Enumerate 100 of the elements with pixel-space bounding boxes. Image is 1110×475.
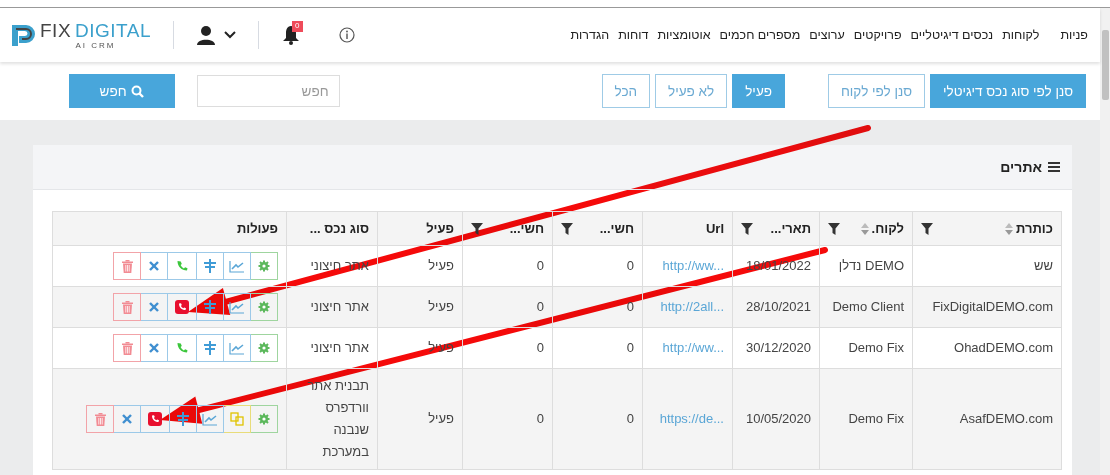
table-cell: פעיל: [377, 245, 463, 287]
nav-item[interactable]: אוטומציות: [657, 28, 711, 42]
table-cell: 0: [552, 327, 643, 369]
phone-icon: [148, 412, 162, 426]
table-cell: תבנית אתר וורדפרס שנבנה במערכת: [286, 368, 378, 470]
delete-button[interactable]: [113, 252, 141, 280]
search-field[interactable]: חפש: [196, 75, 340, 107]
trash-icon: [121, 341, 133, 355]
chart-button[interactable]: [223, 334, 251, 362]
list-icon: [1048, 162, 1060, 172]
nav-item[interactable]: הגדרות: [570, 28, 610, 42]
column-title: חשי...: [509, 221, 544, 236]
table-cell: 0: [552, 245, 643, 287]
table-cell: Demo Fix: [819, 327, 913, 369]
delete-button[interactable]: [113, 334, 141, 362]
table-cell: Demo Fix: [819, 368, 913, 470]
settings-button[interactable]: [250, 293, 278, 321]
filter-icon[interactable]: [828, 222, 840, 235]
phone-button[interactable]: [167, 252, 197, 280]
signpost-icon: [203, 341, 217, 355]
table-cell: אתר חיצוני: [286, 286, 378, 328]
chart-button[interactable]: [223, 252, 251, 280]
table-cell: 30/12/2020: [732, 327, 820, 369]
logo-text: DIGITAL: [75, 20, 152, 40]
table-cell: 0: [462, 286, 553, 328]
logo-text: FIX: [40, 20, 72, 40]
phone-button[interactable]: [167, 293, 197, 321]
table-cell: 28/10/2021: [732, 286, 820, 328]
settings-button[interactable]: [250, 405, 278, 433]
phone-icon: [176, 260, 188, 272]
columns-button[interactable]: [196, 334, 224, 362]
phone-button[interactable]: [167, 334, 197, 362]
close-icon: [149, 343, 159, 353]
nav-item[interactable]: דוחות: [618, 28, 649, 42]
nav-item[interactable]: לקוחות: [1002, 28, 1040, 42]
notification-badge: 0: [292, 21, 303, 32]
gear-icon: [258, 260, 270, 272]
gear-icon: [258, 413, 270, 425]
close-button[interactable]: [140, 293, 168, 321]
card-title: אתרים: [1000, 159, 1042, 175]
column-title: תארי...: [770, 221, 811, 236]
gear-icon: [258, 342, 270, 354]
signpost-icon: [203, 300, 217, 314]
nav-item[interactable]: פניות: [1060, 28, 1088, 42]
table-cell: 0: [462, 245, 553, 287]
table-cell: 0: [462, 368, 553, 470]
table-cell: OhadDEMO.com: [912, 327, 1062, 369]
column-title: Url: [705, 221, 724, 236]
sort-icon[interactable]: [860, 222, 869, 235]
chart-icon: [202, 412, 218, 426]
settings-button[interactable]: [250, 252, 278, 280]
table-cell: שש: [912, 245, 1062, 287]
nav-item[interactable]: פרויקטים: [853, 28, 902, 42]
close-icon: [149, 302, 159, 312]
nav-item[interactable]: נכסים דיגיטליים: [910, 28, 994, 42]
nav-item[interactable]: מספרים חכמים: [719, 28, 801, 42]
filter-icon[interactable]: [921, 222, 933, 235]
logo-icon: [10, 22, 36, 48]
url-link[interactable]: https://de...: [659, 408, 724, 430]
signpost-icon: [203, 259, 217, 273]
table-cell: 0: [552, 286, 643, 328]
table-cell: AsafDEMO.com: [912, 368, 1062, 470]
search-button[interactable]: חפש: [68, 74, 175, 108]
table-cell: 0: [462, 327, 553, 369]
sort-icon[interactable]: [1005, 222, 1014, 235]
close-icon: [122, 414, 132, 424]
user-icon: [196, 25, 217, 45]
column-title: חשי...: [599, 221, 634, 236]
settings-button[interactable]: [250, 334, 278, 362]
columns-button[interactable]: [196, 252, 224, 280]
status-tab[interactable]: הכל: [601, 74, 651, 108]
copy-icon: [230, 412, 244, 426]
column-title: סוג נכס ...: [309, 221, 369, 236]
status-tab[interactable]: לא פעיל: [655, 74, 728, 108]
signpost-icon: [176, 412, 190, 426]
trash-icon: [121, 259, 133, 273]
table-cell: פעיל: [377, 286, 463, 328]
info-icon[interactable]: [339, 27, 356, 43]
delete-button[interactable]: [86, 405, 114, 433]
close-button[interactable]: [113, 405, 141, 433]
filter-button[interactable]: סנן לפי סוג נכס דיגיטלי: [930, 74, 1086, 108]
chart-icon: [229, 259, 245, 273]
table-cell: אתר חיצוני: [286, 327, 378, 369]
delete-button[interactable]: [113, 293, 141, 321]
filter-icon[interactable]: [741, 222, 753, 235]
user-menu[interactable]: [196, 25, 237, 45]
filter-icon[interactable]: [561, 222, 573, 235]
table-cell: Demo Client: [819, 286, 913, 328]
filter-icon[interactable]: [471, 222, 483, 235]
scrollbar[interactable]: [1100, 8, 1110, 475]
phone-icon: [176, 342, 188, 354]
chart-icon: [229, 341, 245, 355]
chart-icon: [229, 300, 245, 314]
chevron-icon: [224, 31, 237, 39]
nav-item[interactable]: ערוצים: [809, 28, 845, 42]
column-title: לקוח.: [871, 221, 904, 236]
filter-button[interactable]: סנן לפי לקוח: [827, 74, 926, 108]
close-button[interactable]: [140, 334, 168, 362]
status-tab[interactable]: פעיל: [732, 74, 785, 108]
close-button[interactable]: [140, 252, 168, 280]
